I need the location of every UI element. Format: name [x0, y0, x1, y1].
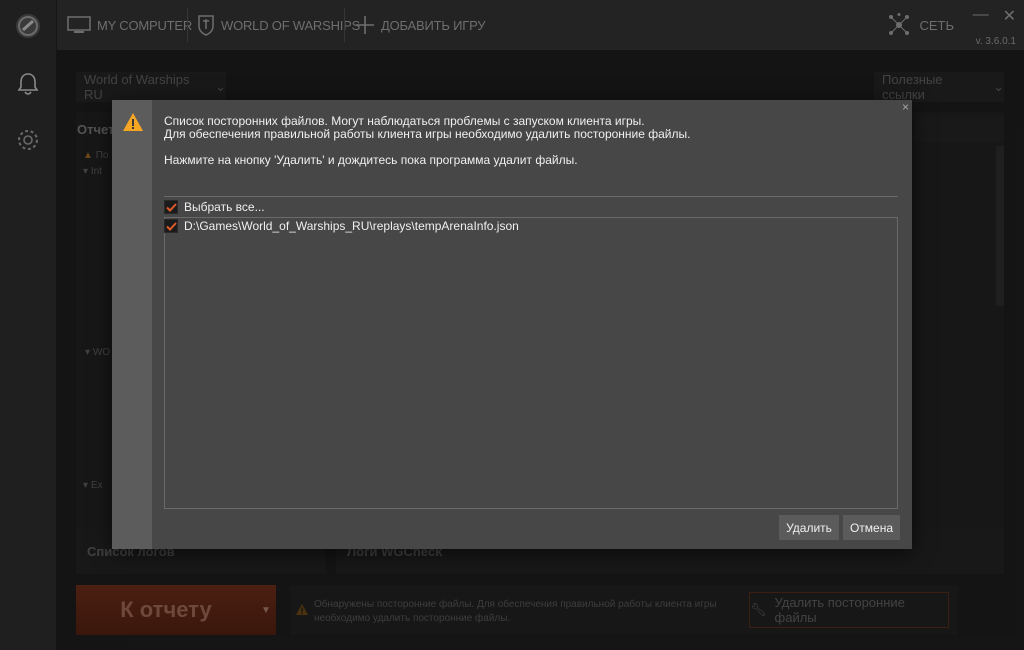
message-line: Для обеспечения правильной работы клиент…: [164, 127, 691, 141]
checkmark-icon[interactable]: [164, 200, 178, 214]
window-controls: — ✕: [973, 6, 1016, 26]
tab-label: MY COMPUTER: [97, 17, 193, 33]
tab-world-of-warships[interactable]: WORLD OF WARSHIPS: [197, 10, 360, 40]
network-button[interactable]: СЕТЬ: [887, 10, 954, 40]
version-label: v. 3.6.0.1: [975, 36, 1016, 47]
minimize-icon[interactable]: —: [973, 6, 989, 26]
tab-my-computer[interactable]: MY COMPUTER: [67, 10, 192, 40]
message-line: Нажмите на кнопку 'Удалить' и дождитесь …: [164, 153, 578, 167]
delete-button[interactable]: Удалить: [779, 515, 839, 540]
plus-icon: [356, 16, 374, 34]
network-label: СЕТЬ: [919, 17, 954, 33]
top-bar: MY COMPUTER WORLD OF WARSHIPS ДОБАВИТЬ И…: [57, 0, 1024, 50]
foreign-files-dialog: × Список посторонних файлов. Могут наблю…: [112, 100, 912, 549]
monitor-icon: [67, 16, 91, 33]
app-logo-icon[interactable]: [14, 12, 42, 40]
cancel-button[interactable]: Отмена: [843, 515, 900, 540]
select-all-label: Выбрать все...: [184, 200, 265, 214]
left-rail: [0, 0, 57, 650]
gear-icon[interactable]: [14, 126, 42, 154]
divider: [187, 8, 188, 42]
warning-icon: [122, 112, 144, 135]
network-icon: [889, 13, 910, 35]
checkmark-icon[interactable]: [164, 219, 178, 233]
dialog-message: Список посторонних файлов. Могут наблюда…: [164, 115, 904, 167]
tab-label: WORLD OF WARSHIPS: [221, 17, 361, 33]
select-all-checkbox[interactable]: Выбрать все...: [164, 198, 265, 216]
warships-emblem-icon: [198, 15, 214, 36]
tab-add-game[interactable]: ДОБАВИТЬ ИГРУ: [355, 10, 486, 40]
file-list-item[interactable]: D:\Games\World_of_Warships_RU\replays\te…: [164, 217, 519, 235]
dialog-gutter: [112, 100, 152, 549]
file-list: [164, 217, 898, 509]
close-window-icon[interactable]: ✕: [1003, 6, 1016, 26]
file-path: D:\Games\World_of_Warships_RU\replays\te…: [184, 219, 519, 233]
divider: [164, 196, 898, 197]
divider: [344, 8, 345, 42]
close-icon[interactable]: ×: [902, 100, 909, 114]
bell-icon[interactable]: [14, 70, 42, 98]
tab-label: ДОБАВИТЬ ИГРУ: [381, 17, 486, 33]
